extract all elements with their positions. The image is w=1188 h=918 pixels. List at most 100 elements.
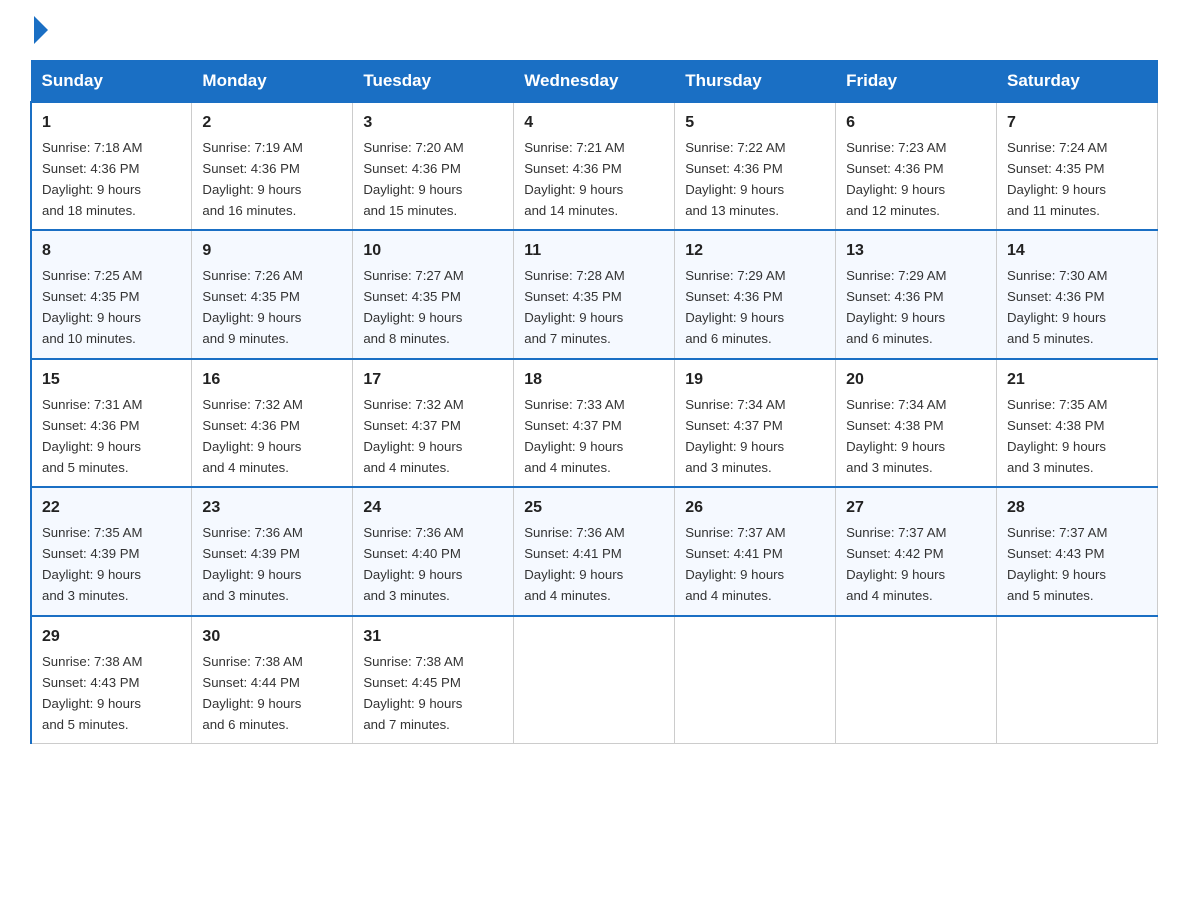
day-number: 27 [846, 496, 986, 521]
calendar-cell: 17 Sunrise: 7:32 AMSunset: 4:37 PMDaylig… [353, 359, 514, 487]
day-info: Sunrise: 7:32 AMSunset: 4:37 PMDaylight:… [363, 397, 463, 475]
day-info: Sunrise: 7:28 AMSunset: 4:35 PMDaylight:… [524, 268, 624, 346]
day-info: Sunrise: 7:33 AMSunset: 4:37 PMDaylight:… [524, 397, 624, 475]
day-info: Sunrise: 7:34 AMSunset: 4:37 PMDaylight:… [685, 397, 785, 475]
calendar-day-header: Sunday [31, 61, 192, 103]
day-info: Sunrise: 7:31 AMSunset: 4:36 PMDaylight:… [42, 397, 142, 475]
day-number: 15 [42, 368, 181, 393]
day-number: 23 [202, 496, 342, 521]
calendar-cell: 31 Sunrise: 7:38 AMSunset: 4:45 PMDaylig… [353, 616, 514, 744]
day-number: 14 [1007, 239, 1147, 264]
day-number: 16 [202, 368, 342, 393]
calendar-cell: 22 Sunrise: 7:35 AMSunset: 4:39 PMDaylig… [31, 487, 192, 615]
day-info: Sunrise: 7:25 AMSunset: 4:35 PMDaylight:… [42, 268, 142, 346]
calendar-cell: 12 Sunrise: 7:29 AMSunset: 4:36 PMDaylig… [675, 230, 836, 358]
calendar-cell: 14 Sunrise: 7:30 AMSunset: 4:36 PMDaylig… [997, 230, 1158, 358]
calendar-cell: 27 Sunrise: 7:37 AMSunset: 4:42 PMDaylig… [836, 487, 997, 615]
calendar-cell: 23 Sunrise: 7:36 AMSunset: 4:39 PMDaylig… [192, 487, 353, 615]
calendar-cell [514, 616, 675, 744]
calendar-day-header: Tuesday [353, 61, 514, 103]
day-info: Sunrise: 7:19 AMSunset: 4:36 PMDaylight:… [202, 140, 302, 218]
logo [30, 20, 48, 44]
day-number: 25 [524, 496, 664, 521]
day-number: 30 [202, 625, 342, 650]
day-number: 8 [42, 239, 181, 264]
day-info: Sunrise: 7:38 AMSunset: 4:44 PMDaylight:… [202, 654, 302, 732]
day-number: 5 [685, 111, 825, 136]
day-number: 10 [363, 239, 503, 264]
day-info: Sunrise: 7:24 AMSunset: 4:35 PMDaylight:… [1007, 140, 1107, 218]
day-info: Sunrise: 7:38 AMSunset: 4:45 PMDaylight:… [363, 654, 463, 732]
day-info: Sunrise: 7:37 AMSunset: 4:43 PMDaylight:… [1007, 525, 1107, 603]
day-info: Sunrise: 7:27 AMSunset: 4:35 PMDaylight:… [363, 268, 463, 346]
calendar-cell: 7 Sunrise: 7:24 AMSunset: 4:35 PMDayligh… [997, 102, 1158, 230]
calendar-cell [836, 616, 997, 744]
day-info: Sunrise: 7:21 AMSunset: 4:36 PMDaylight:… [524, 140, 624, 218]
calendar-header-row: SundayMondayTuesdayWednesdayThursdayFrid… [31, 61, 1158, 103]
day-number: 9 [202, 239, 342, 264]
calendar-cell: 15 Sunrise: 7:31 AMSunset: 4:36 PMDaylig… [31, 359, 192, 487]
day-number: 18 [524, 368, 664, 393]
day-info: Sunrise: 7:36 AMSunset: 4:41 PMDaylight:… [524, 525, 624, 603]
day-number: 12 [685, 239, 825, 264]
calendar-day-header: Monday [192, 61, 353, 103]
day-number: 7 [1007, 111, 1147, 136]
calendar-day-header: Saturday [997, 61, 1158, 103]
day-info: Sunrise: 7:26 AMSunset: 4:35 PMDaylight:… [202, 268, 302, 346]
day-info: Sunrise: 7:29 AMSunset: 4:36 PMDaylight:… [846, 268, 946, 346]
calendar-cell: 26 Sunrise: 7:37 AMSunset: 4:41 PMDaylig… [675, 487, 836, 615]
day-number: 29 [42, 625, 181, 650]
day-number: 2 [202, 111, 342, 136]
day-number: 28 [1007, 496, 1147, 521]
day-number: 3 [363, 111, 503, 136]
calendar-day-header: Friday [836, 61, 997, 103]
calendar-cell: 10 Sunrise: 7:27 AMSunset: 4:35 PMDaylig… [353, 230, 514, 358]
day-number: 22 [42, 496, 181, 521]
calendar-cell: 28 Sunrise: 7:37 AMSunset: 4:43 PMDaylig… [997, 487, 1158, 615]
calendar-cell [675, 616, 836, 744]
calendar-cell: 18 Sunrise: 7:33 AMSunset: 4:37 PMDaylig… [514, 359, 675, 487]
day-number: 24 [363, 496, 503, 521]
day-info: Sunrise: 7:36 AMSunset: 4:39 PMDaylight:… [202, 525, 302, 603]
calendar-cell: 25 Sunrise: 7:36 AMSunset: 4:41 PMDaylig… [514, 487, 675, 615]
calendar-cell: 21 Sunrise: 7:35 AMSunset: 4:38 PMDaylig… [997, 359, 1158, 487]
calendar-cell: 20 Sunrise: 7:34 AMSunset: 4:38 PMDaylig… [836, 359, 997, 487]
calendar-cell: 9 Sunrise: 7:26 AMSunset: 4:35 PMDayligh… [192, 230, 353, 358]
day-info: Sunrise: 7:37 AMSunset: 4:42 PMDaylight:… [846, 525, 946, 603]
calendar-cell: 5 Sunrise: 7:22 AMSunset: 4:36 PMDayligh… [675, 102, 836, 230]
calendar-cell: 6 Sunrise: 7:23 AMSunset: 4:36 PMDayligh… [836, 102, 997, 230]
day-number: 6 [846, 111, 986, 136]
day-number: 19 [685, 368, 825, 393]
calendar-week-row: 1 Sunrise: 7:18 AMSunset: 4:36 PMDayligh… [31, 102, 1158, 230]
calendar-cell [997, 616, 1158, 744]
calendar-cell: 2 Sunrise: 7:19 AMSunset: 4:36 PMDayligh… [192, 102, 353, 230]
day-number: 21 [1007, 368, 1147, 393]
calendar-week-row: 15 Sunrise: 7:31 AMSunset: 4:36 PMDaylig… [31, 359, 1158, 487]
calendar-table: SundayMondayTuesdayWednesdayThursdayFrid… [30, 60, 1158, 744]
day-info: Sunrise: 7:22 AMSunset: 4:36 PMDaylight:… [685, 140, 785, 218]
day-number: 11 [524, 239, 664, 264]
calendar-cell: 4 Sunrise: 7:21 AMSunset: 4:36 PMDayligh… [514, 102, 675, 230]
page-header [30, 20, 1158, 44]
day-info: Sunrise: 7:20 AMSunset: 4:36 PMDaylight:… [363, 140, 463, 218]
calendar-cell: 3 Sunrise: 7:20 AMSunset: 4:36 PMDayligh… [353, 102, 514, 230]
calendar-cell: 16 Sunrise: 7:32 AMSunset: 4:36 PMDaylig… [192, 359, 353, 487]
day-info: Sunrise: 7:29 AMSunset: 4:36 PMDaylight:… [685, 268, 785, 346]
calendar-week-row: 29 Sunrise: 7:38 AMSunset: 4:43 PMDaylig… [31, 616, 1158, 744]
calendar-cell: 24 Sunrise: 7:36 AMSunset: 4:40 PMDaylig… [353, 487, 514, 615]
day-info: Sunrise: 7:35 AMSunset: 4:38 PMDaylight:… [1007, 397, 1107, 475]
calendar-week-row: 8 Sunrise: 7:25 AMSunset: 4:35 PMDayligh… [31, 230, 1158, 358]
calendar-cell: 30 Sunrise: 7:38 AMSunset: 4:44 PMDaylig… [192, 616, 353, 744]
day-info: Sunrise: 7:35 AMSunset: 4:39 PMDaylight:… [42, 525, 142, 603]
day-info: Sunrise: 7:30 AMSunset: 4:36 PMDaylight:… [1007, 268, 1107, 346]
calendar-day-header: Thursday [675, 61, 836, 103]
day-info: Sunrise: 7:38 AMSunset: 4:43 PMDaylight:… [42, 654, 142, 732]
calendar-cell: 13 Sunrise: 7:29 AMSunset: 4:36 PMDaylig… [836, 230, 997, 358]
calendar-cell: 29 Sunrise: 7:38 AMSunset: 4:43 PMDaylig… [31, 616, 192, 744]
calendar-cell: 11 Sunrise: 7:28 AMSunset: 4:35 PMDaylig… [514, 230, 675, 358]
calendar-cell: 1 Sunrise: 7:18 AMSunset: 4:36 PMDayligh… [31, 102, 192, 230]
day-info: Sunrise: 7:36 AMSunset: 4:40 PMDaylight:… [363, 525, 463, 603]
calendar-week-row: 22 Sunrise: 7:35 AMSunset: 4:39 PMDaylig… [31, 487, 1158, 615]
calendar-cell: 19 Sunrise: 7:34 AMSunset: 4:37 PMDaylig… [675, 359, 836, 487]
day-info: Sunrise: 7:32 AMSunset: 4:36 PMDaylight:… [202, 397, 302, 475]
